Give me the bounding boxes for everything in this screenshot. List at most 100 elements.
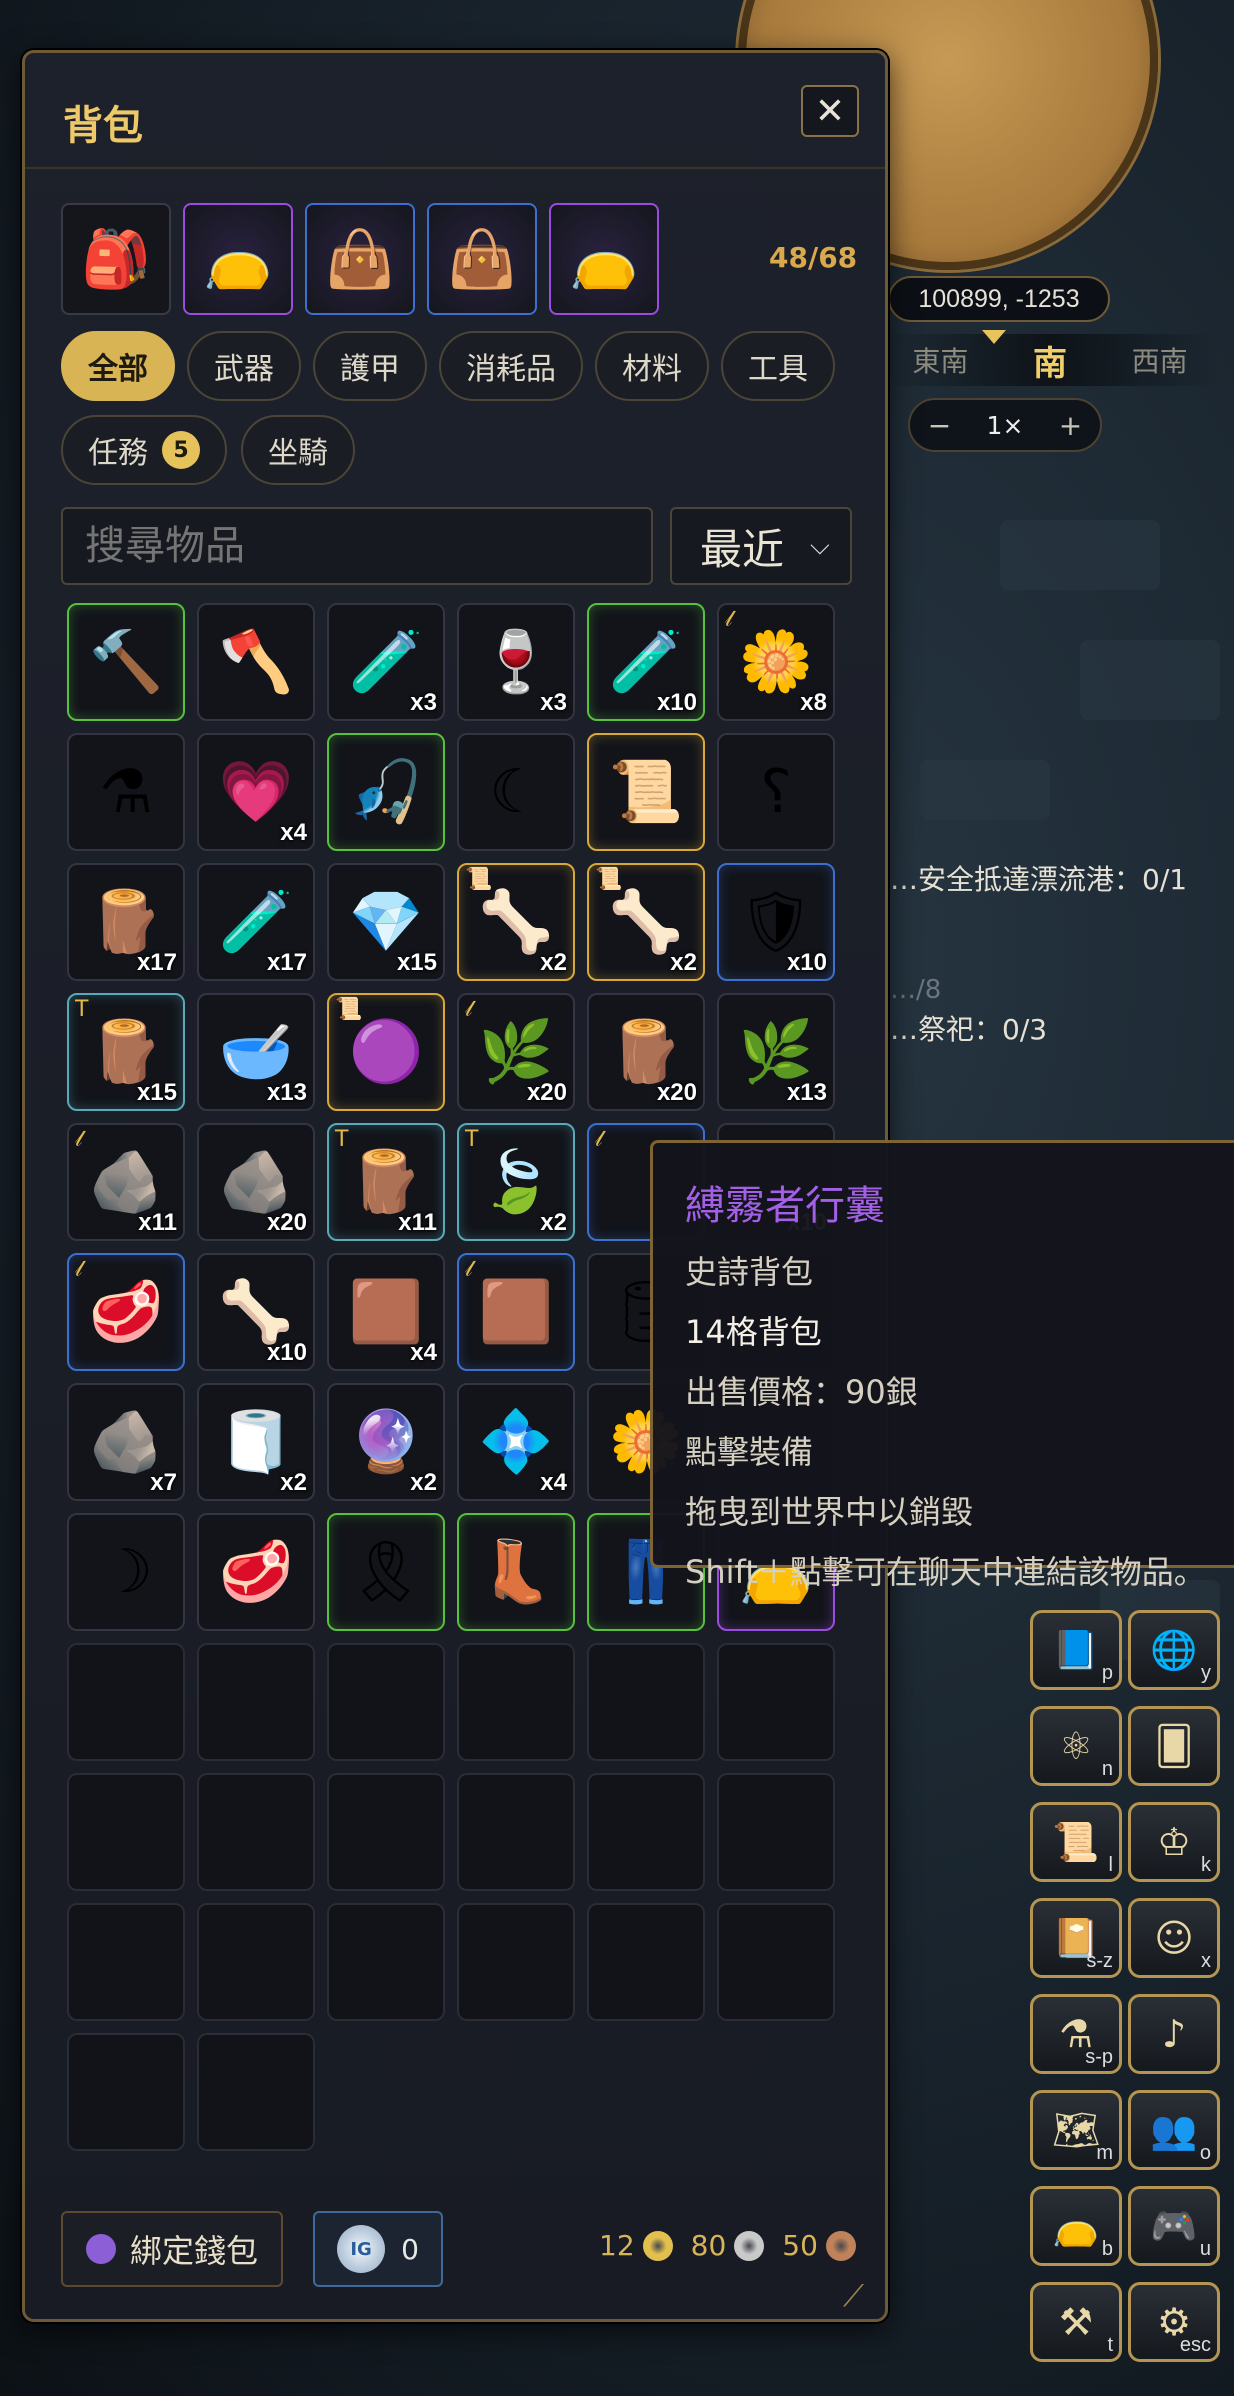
item-slot[interactable]: ☽ (67, 1513, 185, 1631)
tab-weapons[interactable]: 武器 (187, 331, 301, 401)
item-slot[interactable]: 🌿 x13 (717, 993, 835, 1111)
hud-button[interactable]: ♪ (1128, 1994, 1220, 2074)
item-slot[interactable]: ⸮ (717, 733, 835, 851)
tab-all[interactable]: 全部 (61, 331, 175, 401)
close-button[interactable]: ✕ (801, 85, 859, 137)
hud-button[interactable]: 👥 o (1128, 2090, 1220, 2170)
item-quantity: x13 (266, 1079, 307, 1106)
item-slot[interactable]: 🌿 𝓁 x20 (457, 993, 575, 1111)
item-slot[interactable]: 🪨 𝓁 x11 (67, 1123, 185, 1241)
bag-slot[interactable]: 👝 (183, 203, 293, 315)
resize-handle-icon[interactable]: ⟋ (843, 2279, 864, 2314)
zoom-in-button[interactable]: + (1059, 409, 1082, 442)
item-slot[interactable]: 💠 x4 (457, 1383, 575, 1501)
item-slot[interactable]: ⚗ (67, 733, 185, 851)
herb-icon: 🌿 (738, 1017, 814, 1087)
empty-slot[interactable] (587, 1773, 705, 1891)
empty-slot[interactable] (327, 1903, 445, 2021)
empty-slot[interactable] (67, 1773, 185, 1891)
empty-slot[interactable] (67, 1643, 185, 1761)
item-slot[interactable]: 🧻 x2 (197, 1383, 315, 1501)
item-slot[interactable]: 🔮 x2 (327, 1383, 445, 1501)
hud-button[interactable]: 🗺 m (1030, 2090, 1122, 2170)
hud-button[interactable]: 👝 b (1030, 2186, 1122, 2266)
empty-slot[interactable] (327, 1773, 445, 1891)
item-slot[interactable]: 📜 (587, 733, 705, 851)
bag-slot[interactable]: 👜 (305, 203, 415, 315)
empty-slot[interactable] (457, 1903, 575, 2021)
item-slot[interactable]: 🟣 📜 (327, 993, 445, 1111)
hud-button[interactable]: 🂠 (1128, 1706, 1220, 1786)
empty-slot[interactable] (67, 1903, 185, 2021)
item-slot[interactable]: 🪵 Tx15 (67, 993, 185, 1111)
item-slot[interactable]: 💎 x15 (327, 863, 445, 981)
item-slot[interactable]: ☾ (457, 733, 575, 851)
belt-icon: 🎗 (347, 1537, 425, 1607)
item-slot[interactable]: 🎣 (327, 733, 445, 851)
item-slot[interactable]: 🍃 Tx2 (457, 1123, 575, 1241)
item-slot[interactable]: 🟫 x4 (327, 1253, 445, 1371)
empty-slot[interactable] (197, 2033, 315, 2151)
hud-button[interactable]: ⚙ esc (1128, 2282, 1220, 2362)
tab-materials[interactable]: 材料 (595, 331, 709, 401)
tab-tools[interactable]: 工具 (721, 331, 835, 401)
hud-button[interactable]: 📜 l (1030, 1802, 1122, 1882)
empty-slot[interactable] (67, 2033, 185, 2151)
item-slot[interactable]: 🛡 x10 (717, 863, 835, 981)
item-slot[interactable]: 🪨 x20 (197, 1123, 315, 1241)
item-slot[interactable]: 🦴 📜 x2 (587, 863, 705, 981)
empty-slot[interactable] (327, 1643, 445, 1761)
item-slot[interactable]: 🧪 x3 (327, 603, 445, 721)
bind-wallet-button[interactable]: 綁定錢包 (61, 2211, 283, 2287)
tab-mounts[interactable]: 坐騎 (241, 415, 355, 485)
item-slot[interactable]: 🪵 Tx11 (327, 1123, 445, 1241)
item-slot[interactable]: 🦴 x10 (197, 1253, 315, 1371)
item-slot[interactable]: 🔨 (67, 603, 185, 721)
empty-slot[interactable] (457, 1773, 575, 1891)
hud-button[interactable]: 🌐 y (1128, 1610, 1220, 1690)
empty-slot[interactable] (717, 1643, 835, 1761)
bag-slot[interactable]: 👜 (427, 203, 537, 315)
hud-button[interactable]: ⚒ t (1030, 2282, 1122, 2362)
item-slot[interactable]: 🦴 📜 x2 (457, 863, 575, 981)
empty-slot[interactable] (197, 1903, 315, 2021)
hud-button[interactable]: ⚛ n (1030, 1706, 1122, 1786)
item-slot[interactable]: 💗 x4 (197, 733, 315, 851)
item-slot[interactable]: 🟫 𝓁 (457, 1253, 575, 1371)
zoom-out-button[interactable]: − (928, 409, 951, 442)
item-slot[interactable]: 🪨 x7 (67, 1383, 185, 1501)
item-slot[interactable]: 🪵 x17 (67, 863, 185, 981)
hud-button[interactable]: 📘 p (1030, 1610, 1122, 1690)
empty-slot[interactable] (587, 1643, 705, 1761)
item-slot[interactable]: 🪓 (197, 603, 315, 721)
empty-slot[interactable] (197, 1643, 315, 1761)
empty-slot[interactable] (197, 1773, 315, 1891)
item-slot[interactable]: 🍷 x3 (457, 603, 575, 721)
item-slot[interactable]: 🥩 𝓁 (67, 1253, 185, 1371)
tab-quests[interactable]: 任務 5 (61, 415, 227, 485)
bag-slot[interactable]: 🎒 (61, 203, 171, 315)
item-slot[interactable]: 🧪 x17 (197, 863, 315, 981)
item-slot[interactable]: 🌼 𝓁 x8 (717, 603, 835, 721)
hud-button[interactable]: 🎮 u (1128, 2186, 1220, 2266)
empty-slot[interactable] (457, 1643, 575, 1761)
bag-slot[interactable]: 👝 (549, 203, 659, 315)
hud-button[interactable]: ♔ k (1128, 1802, 1220, 1882)
hud-button[interactable]: ☺ x (1128, 1898, 1220, 1978)
item-slot[interactable]: 🥣 x13 (197, 993, 315, 1111)
item-slot[interactable]: 🪵 x20 (587, 993, 705, 1111)
token-balance[interactable]: IG 0 (313, 2211, 443, 2287)
search-input[interactable] (85, 523, 651, 569)
item-slot[interactable]: 🧪 x10 (587, 603, 705, 721)
tab-consumables[interactable]: 消耗品 (439, 331, 583, 401)
tab-armor[interactable]: 護甲 (313, 331, 427, 401)
sort-dropdown[interactable]: 最近 ⌵ (670, 507, 852, 585)
item-slot[interactable]: 🥩 (197, 1513, 315, 1631)
item-slot[interactable]: 🎗 (327, 1513, 445, 1631)
empty-slot[interactable] (717, 1903, 835, 2021)
hud-button[interactable]: 📔 s-z (1030, 1898, 1122, 1978)
empty-slot[interactable] (717, 1773, 835, 1891)
empty-slot[interactable] (587, 1903, 705, 2021)
item-slot[interactable]: 👢 (457, 1513, 575, 1631)
hud-button[interactable]: ⚗ s-p (1030, 1994, 1122, 2074)
